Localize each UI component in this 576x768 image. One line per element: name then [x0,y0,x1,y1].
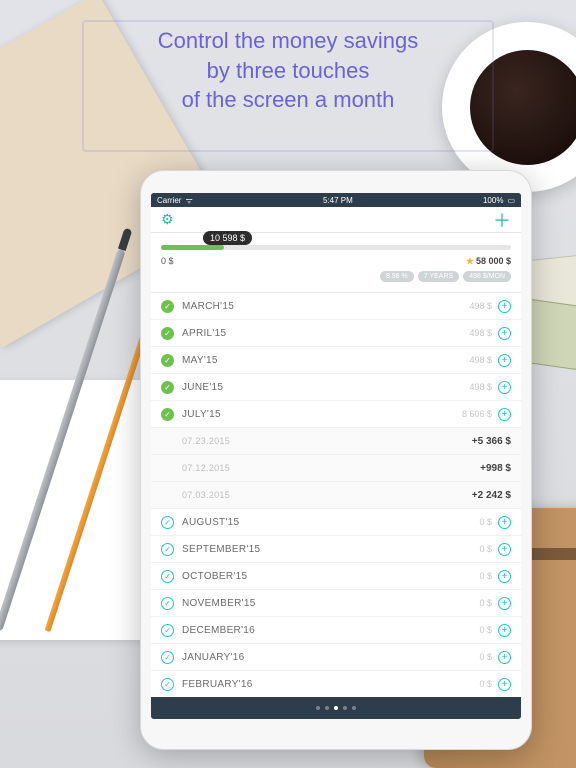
battery-icon: ▭ [507,196,515,205]
page-indicator[interactable] [151,697,521,719]
add-entry-button[interactable]: + [498,597,511,610]
amount-label: 0 $ [479,517,492,527]
paper-sheet [0,380,160,640]
amount-label: 0 $ [479,679,492,689]
add-entry-button[interactable]: + [498,678,511,691]
progress-bar[interactable]: 10 598 $ [161,245,511,250]
month-label: JULY'15 [182,409,462,420]
list-item[interactable]: ✓ SEPTEMBER'150 $ + [151,536,521,563]
month-label: 07.23.2015 [182,436,472,446]
add-entry-button[interactable]: + [498,570,511,583]
status-bar: Carrier ᯤ 5:47 PM 100% ▭ [151,193,521,207]
list-item[interactable]: 07.03.2015+2 242 $ [151,482,521,509]
add-entry-button[interactable]: + [498,543,511,556]
list-item[interactable]: ✓ FEBRUARY'160 $ + [151,671,521,697]
list-item[interactable]: ✓ JANUARY'160 $ + [151,644,521,671]
star-icon: ★ [466,256,474,266]
check-empty-icon[interactable]: ✓ [161,624,174,637]
month-label: JUNE'15 [182,382,469,393]
month-label: 07.03.2015 [182,490,472,500]
add-entry-button[interactable]: + [498,300,511,313]
month-label: APRIL'15 [182,328,469,339]
list-item[interactable]: ✓ APRIL'15498 $ + [151,320,521,347]
month-label: JANUARY'16 [182,652,479,663]
progress-min: 0 $ [161,256,174,267]
check-done-icon[interactable]: ✓ [161,354,174,367]
add-entry-button[interactable]: + [498,408,511,421]
add-entry-button[interactable]: + [498,327,511,340]
current-amount-badge: 10 598 $ [203,231,252,245]
list-item[interactable]: ✓ DECEMBER'160 $ + [151,617,521,644]
amount-label: 498 $ [469,355,492,365]
add-entry-button[interactable]: + [498,381,511,394]
progress-goal: ★58 000 $ [466,256,511,267]
month-label: MAY'15 [182,355,469,366]
check-empty-icon[interactable]: ✓ [161,543,174,556]
amount-label: 0 $ [479,571,492,581]
check-empty-icon[interactable]: ✓ [161,678,174,691]
clock: 5:47 PM [323,196,353,205]
check-done-icon[interactable]: ✓ [161,381,174,394]
list-item[interactable]: ✓ NOVEMBER'150 $ + [151,590,521,617]
add-entry-button[interactable]: + [498,624,511,637]
month-label: NOVEMBER'15 [182,598,479,609]
month-label: DECEMBER'16 [182,625,479,636]
add-entry-button[interactable]: + [498,651,511,664]
toolbar: ⚙ ＋ [151,207,521,233]
amount-label: +998 $ [480,463,511,474]
check-empty-icon[interactable]: ✓ [161,570,174,583]
amount-label: +2 242 $ [472,490,511,501]
check-done-icon[interactable]: ✓ [161,327,174,340]
amount-label: 0 $ [479,625,492,635]
goal-progress: 10 598 $ 0 $ ★58 000 $ 8.98 % 7 YEARS 49… [151,233,521,293]
list-item[interactable]: 07.23.2015+5 366 $ [151,428,521,455]
marketing-headline: Control the money savings by three touch… [88,26,488,146]
add-entry-button[interactable]: + [498,516,511,529]
month-label: 07.12.2015 [182,463,480,473]
months-list[interactable]: ✓MARCH'15498 $+✓APRIL'15498 $+✓MAY'15498… [151,293,521,697]
check-done-icon[interactable]: ✓ [161,300,174,313]
check-done-icon[interactable]: ✓ [161,408,174,421]
list-item[interactable]: ✓ MAY'15498 $ + [151,347,521,374]
list-item[interactable]: ✓ JUNE'15498 $ + [151,374,521,401]
battery-label: 100% [483,196,503,205]
month-label: MARCH'15 [182,301,469,312]
amount-label: +5 366 $ [472,436,511,447]
check-empty-icon[interactable]: ✓ [161,651,174,664]
amount-label: 498 $ [469,301,492,311]
list-item[interactable]: ✓ OCTOBER'150 $ + [151,563,521,590]
amount-label: 8 606 $ [462,409,492,419]
monthly-pill[interactable]: 498 $/MON [463,271,511,282]
list-item[interactable]: ✓ AUGUST'150 $ + [151,509,521,536]
check-empty-icon[interactable]: ✓ [161,516,174,529]
amount-label: 498 $ [469,328,492,338]
carrier-label: Carrier [157,196,181,205]
month-label: FEBRUARY'16 [182,679,479,690]
term-pill[interactable]: 7 YEARS [418,271,459,282]
tablet-device: Carrier ᯤ 5:47 PM 100% ▭ ⚙ ＋ 10 598 $ 0 $ … [140,170,532,750]
rate-pill[interactable]: 8.98 % [380,271,414,282]
month-label: AUGUST'15 [182,517,479,528]
amount-label: 498 $ [469,382,492,392]
add-entry-button[interactable]: + [498,354,511,367]
month-label: SEPTEMBER'15 [182,544,479,555]
list-item[interactable]: ✓ JULY'158 606 $ + [151,401,521,428]
wifi-icon: ᯤ [185,195,192,206]
list-item[interactable]: 07.12.2015+998 $ [151,455,521,482]
month-label: OCTOBER'15 [182,571,479,582]
check-empty-icon[interactable]: ✓ [161,597,174,610]
amount-label: 0 $ [479,598,492,608]
amount-label: 0 $ [479,652,492,662]
gear-icon[interactable]: ⚙ [161,211,174,228]
amount-label: 0 $ [479,544,492,554]
list-item[interactable]: ✓ MARCH'15498 $ + [151,293,521,320]
add-button[interactable]: ＋ [493,207,511,233]
